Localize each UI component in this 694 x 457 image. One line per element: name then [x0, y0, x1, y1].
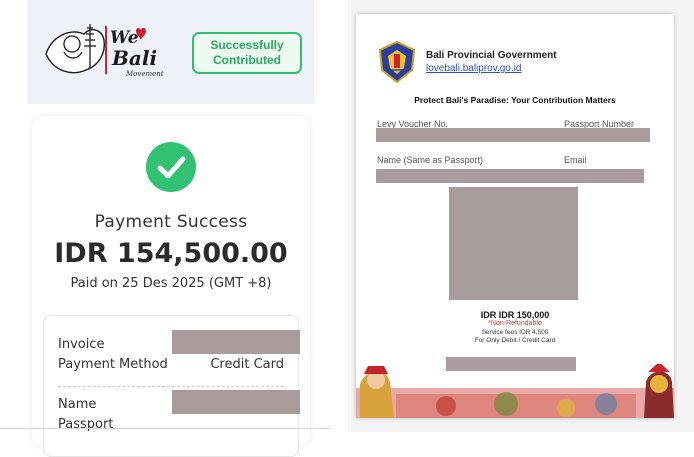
payment-status-title: Payment Success	[94, 212, 248, 232]
non-refundable-note: *Non-Refundable	[488, 320, 542, 327]
name-label: Name	[58, 397, 97, 412]
gov-website-link[interactable]: lovebali.baliprov.go.id	[426, 63, 521, 74]
success-check-icon	[146, 142, 196, 192]
levy-voucher-document: Bali Provincial Government lovebali.bali…	[356, 14, 674, 418]
status-badge: Successfully Contributed	[192, 32, 302, 74]
receipt-header: We Bali Movement Successfully Contribute…	[28, 0, 314, 104]
bali-province-emblem-icon	[378, 40, 416, 84]
invoice-label: Invoice	[58, 337, 105, 352]
logo-text-we: We	[110, 28, 139, 48]
details-divider	[58, 386, 284, 387]
payment-amount: IDR 154,500.00	[54, 238, 288, 269]
redacted-voucher-row	[376, 128, 650, 142]
gov-name: Bali Provincial Government	[426, 50, 557, 61]
redacted-invoice	[172, 330, 300, 354]
name-field-label: Name (Same as Passport)	[377, 155, 484, 165]
logo-tagline: Movement	[126, 70, 164, 78]
passport-label: Passport	[58, 417, 114, 432]
paid-on-date: Paid on 25 Des 2025 (GMT +8)	[70, 276, 272, 291]
balinese-art-banner	[356, 364, 674, 418]
document-title: Protect Bali's Paradise: Your Contributi…	[414, 95, 616, 105]
payment-method-value: Credit Card	[210, 357, 284, 372]
payment-card: Payment Success IDR 154,500.00 Paid on 2…	[32, 116, 310, 457]
bottom-divider	[0, 428, 330, 429]
levy-price: IDR IDR 150,000	[480, 310, 550, 320]
payment-method-note: For Only Debit / Credit Card	[474, 337, 556, 344]
payment-method-label: Payment Method	[58, 357, 168, 372]
email-field-label: Email	[564, 155, 587, 165]
we-love-bali-logo: We Bali Movement	[42, 14, 164, 84]
redacted-name	[172, 390, 300, 414]
service-fee-note: Service fees IDR 4,500	[481, 329, 549, 336]
payment-details: Invoice Payment Method Credit Card Name …	[43, 315, 300, 457]
logo-text-bali: Bali	[112, 46, 158, 70]
redacted-name-row	[376, 169, 644, 183]
redacted-qr-code	[449, 187, 578, 300]
